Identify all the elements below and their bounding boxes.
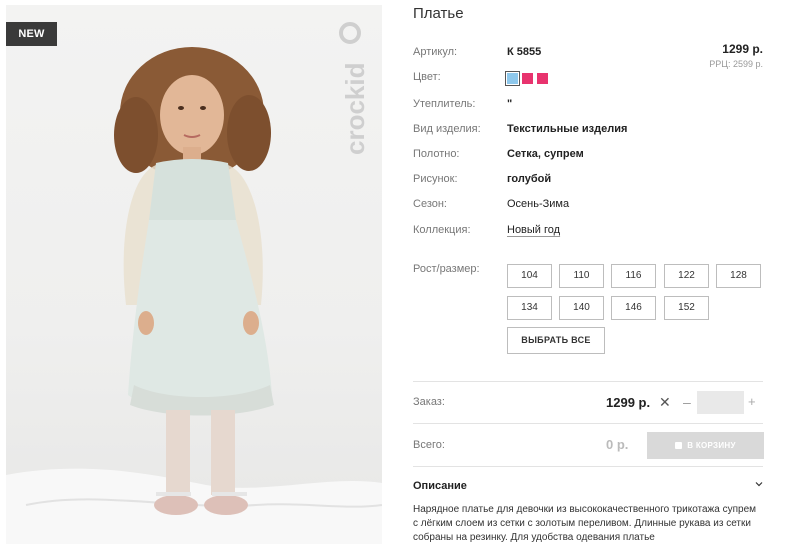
type-value: Текстильные изделия: [507, 123, 628, 135]
color-swatch-blue[interactable]: [505, 71, 520, 86]
divider: [413, 423, 763, 424]
cart-icon: [675, 442, 683, 449]
collection-label: Коллекция:: [413, 224, 471, 236]
size-option[interactable]: 140: [559, 296, 604, 320]
order-label: Заказ:: [413, 396, 445, 408]
type-label: Вид изделия:: [413, 123, 481, 135]
size-option[interactable]: 146: [611, 296, 656, 320]
divider: [413, 381, 763, 382]
increase-quantity-button[interactable]: +: [748, 394, 756, 409]
size-option[interactable]: 128: [716, 264, 761, 288]
add-to-cart-button[interactable]: В КОРЗИНУ: [647, 432, 764, 459]
fabric-label: Полотно:: [413, 148, 460, 160]
article-value: К 5855: [507, 46, 542, 58]
collection-link[interactable]: Новый год: [507, 224, 560, 236]
fabric-value: Сетка, супрем: [507, 148, 584, 160]
pattern-value: голубой: [507, 173, 552, 185]
product-photo[interactable]: NEW crockid: [6, 5, 382, 544]
season-value: Осень-Зима: [507, 198, 570, 210]
size-option[interactable]: 134: [507, 296, 552, 320]
product-title: Платье: [413, 5, 464, 22]
insulation-value: ": [507, 98, 513, 110]
size-option[interactable]: 152: [664, 296, 709, 320]
article-label: Артикул:: [413, 46, 458, 58]
add-to-cart-label: В КОРЗИНУ: [687, 441, 736, 450]
color-swatch-pink[interactable]: [537, 73, 548, 84]
chevron-down-icon[interactable]: [755, 480, 763, 488]
season-label: Сезон:: [413, 198, 447, 210]
total-label: Всего:: [413, 439, 445, 451]
total-value: 0 р.: [606, 437, 629, 452]
select-all-sizes-button[interactable]: ВЫБРАТЬ ВСЕ: [507, 327, 605, 354]
size-option[interactable]: 116: [611, 264, 656, 288]
insulation-label: Утеплитель:: [413, 98, 476, 110]
description-title[interactable]: Описание: [413, 480, 467, 492]
description-text: Нарядное платье для девочки из высококач…: [413, 504, 757, 543]
quantity-input[interactable]: [697, 391, 744, 414]
rrp-price: РРЦ: 2599 р.: [709, 59, 763, 69]
size-option[interactable]: 104: [507, 264, 552, 288]
pattern-label: Рисунок:: [413, 173, 458, 185]
order-price: 1299 р.: [606, 395, 651, 410]
decrease-quantity-button[interactable]: –: [683, 394, 691, 410]
color-label: Цвет:: [413, 71, 441, 83]
brand-logo: crockid: [322, 17, 378, 157]
size-option[interactable]: 110: [559, 264, 604, 288]
size-option[interactable]: 122: [664, 264, 709, 288]
divider: [413, 466, 763, 467]
color-swatch-pink[interactable]: [522, 73, 533, 84]
size-label: Рост/размер:: [413, 263, 480, 275]
svg-text:crockid: crockid: [340, 63, 370, 156]
new-badge: NEW: [6, 22, 57, 46]
product-price: 1299 р.: [722, 42, 763, 56]
multiply-icon: ✕: [659, 394, 671, 410]
